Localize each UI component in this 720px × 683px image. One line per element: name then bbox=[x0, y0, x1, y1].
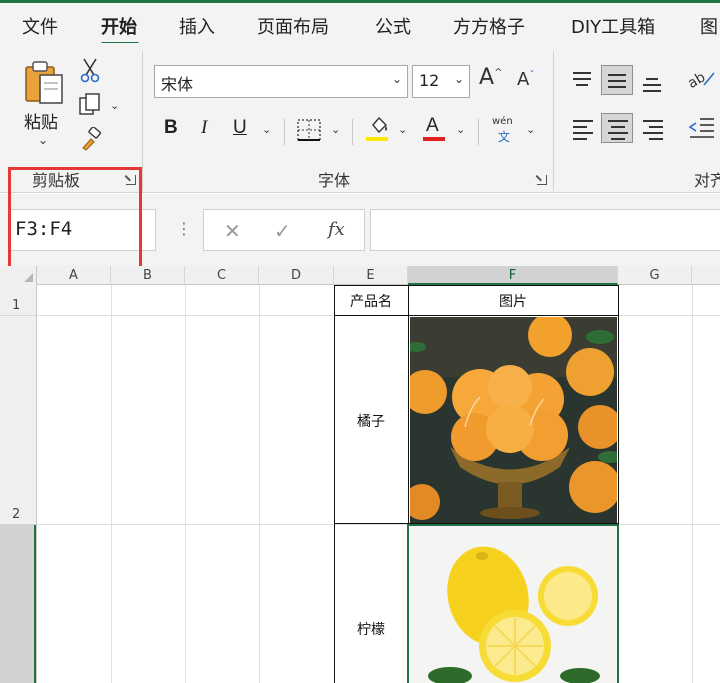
orientation-icon[interactable]: ab bbox=[685, 67, 716, 96]
tab-fangfang-gezi[interactable]: 方方格子 bbox=[453, 13, 525, 39]
gridline bbox=[259, 285, 260, 683]
borders-dropdown-icon[interactable]: ⌄ bbox=[331, 123, 340, 136]
align-left-button[interactable] bbox=[566, 113, 598, 143]
cell-f1-image-header[interactable]: 图片 bbox=[408, 291, 618, 311]
tab-file[interactable]: 文件 bbox=[22, 13, 58, 39]
bold-button[interactable]: B bbox=[164, 117, 178, 139]
cell-e1-product-header[interactable]: 产品名 bbox=[334, 291, 408, 311]
formula-bar-grip-icon[interactable]: ⋮ bbox=[176, 219, 192, 238]
chevron-down-icon[interactable]: ⌄ bbox=[454, 72, 464, 86]
gridline bbox=[111, 285, 112, 683]
paste-dropdown-icon[interactable]: ⌄ bbox=[38, 133, 48, 147]
svg-text:ab: ab bbox=[686, 69, 708, 91]
decrease-indent-icon[interactable] bbox=[686, 115, 716, 144]
underline-button[interactable]: U bbox=[233, 117, 247, 139]
italic-button[interactable]: I bbox=[201, 117, 207, 139]
font-size-select[interactable]: 12 ⌄ bbox=[412, 65, 470, 98]
enter-check-icon[interactable]: ✓ bbox=[274, 219, 291, 243]
cell-e3-product[interactable]: 柠檬 bbox=[334, 619, 408, 639]
column-header-c[interactable]: C bbox=[185, 266, 259, 285]
phonetic-guide-icon[interactable]: 文 bbox=[498, 128, 510, 145]
tab-insert[interactable]: 插入 bbox=[179, 13, 215, 39]
ribbon-tab-bar: 文件 开始 插入 页面布局 公式 方方格子 DIY工具箱 图 bbox=[0, 3, 720, 45]
row-header-2[interactable]: 2 bbox=[0, 316, 36, 525]
align-right-button[interactable] bbox=[636, 113, 668, 143]
insert-function-button[interactable]: fx bbox=[328, 219, 345, 240]
alignment-group-label: 对齐 bbox=[694, 171, 720, 190]
fill-color-dropdown-icon[interactable]: ⌄ bbox=[398, 123, 407, 136]
font-color-dropdown-icon[interactable]: ⌄ bbox=[456, 123, 465, 136]
font-group-label: 字体 bbox=[318, 171, 351, 190]
divider bbox=[478, 119, 479, 145]
cell-e2-product[interactable]: 橘子 bbox=[334, 411, 408, 431]
column-header-b[interactable]: B bbox=[111, 266, 185, 285]
column-header-row: A B C D E F G bbox=[0, 266, 720, 285]
column-header-e[interactable]: E bbox=[334, 266, 408, 285]
divider bbox=[352, 119, 353, 145]
font-name-select[interactable]: 宋体 ⌄ bbox=[154, 65, 408, 98]
paste-icon[interactable] bbox=[24, 59, 66, 105]
font-color-swatch bbox=[423, 137, 445, 141]
formula-buttons: ✕ ✓ fx bbox=[203, 209, 365, 251]
column-header-d[interactable]: D bbox=[259, 266, 334, 285]
orange-image[interactable] bbox=[410, 317, 617, 523]
tab-page-layout[interactable]: 页面布局 bbox=[257, 13, 329, 39]
grow-font-icon: A bbox=[479, 65, 495, 90]
row-header-column: 1 2 bbox=[0, 285, 37, 683]
fill-color-swatch bbox=[366, 137, 388, 141]
align-middle-button[interactable] bbox=[601, 65, 633, 95]
format-painter-icon[interactable] bbox=[80, 126, 104, 156]
align-center-button[interactable] bbox=[601, 113, 633, 143]
tab-formulas[interactable]: 公式 bbox=[375, 13, 411, 39]
row-number: 1 bbox=[12, 298, 21, 313]
group-divider bbox=[553, 51, 554, 191]
column-header-a[interactable]: A bbox=[37, 266, 111, 285]
row-header-3[interactable] bbox=[0, 525, 36, 683]
copy-dropdown-icon[interactable]: ⌄ bbox=[110, 99, 119, 112]
worksheet-grid[interactable]: 产品名 图片 橘子 柠檬 bbox=[37, 285, 720, 683]
selection-range bbox=[407, 524, 619, 683]
font-name-value: 宋体 bbox=[161, 75, 194, 94]
chevron-down-icon[interactable]: ⌄ bbox=[392, 72, 402, 86]
column-header-f[interactable]: F bbox=[408, 266, 618, 285]
tab-diy-toolbox[interactable]: DIY工具箱 bbox=[571, 13, 655, 39]
phonetic-guide-top[interactable]: wén bbox=[492, 116, 513, 127]
row-header-1[interactable]: 1 bbox=[0, 285, 36, 316]
align-top-button[interactable] bbox=[566, 65, 598, 95]
divider bbox=[284, 119, 285, 145]
grow-font-button[interactable]: A^ bbox=[479, 65, 502, 90]
tab-home[interactable]: 开始 bbox=[101, 13, 137, 39]
paste-button-label[interactable]: 粘贴 bbox=[24, 108, 58, 133]
font-color-button[interactable]: A bbox=[426, 115, 439, 137]
select-all-corner[interactable] bbox=[0, 266, 37, 285]
tab-truncated[interactable]: 图 bbox=[700, 13, 718, 39]
formula-input[interactable] bbox=[370, 209, 720, 251]
align-bottom-button[interactable] bbox=[636, 65, 668, 95]
copy-icon[interactable] bbox=[78, 93, 104, 122]
group-divider bbox=[142, 51, 143, 191]
font-size-value: 12 bbox=[419, 71, 440, 90]
cut-icon[interactable] bbox=[80, 57, 100, 88]
table-divider bbox=[334, 315, 619, 316]
underline-dropdown-icon[interactable]: ⌄ bbox=[262, 123, 271, 136]
phonetic-dropdown-icon[interactable]: ⌄ bbox=[526, 123, 535, 136]
gridline bbox=[185, 285, 186, 683]
font-launcher-icon[interactable] bbox=[537, 175, 547, 185]
borders-icon[interactable] bbox=[297, 119, 321, 146]
gridline bbox=[692, 285, 693, 683]
highlight-annotation-box bbox=[8, 167, 142, 271]
cancel-icon[interactable]: ✕ bbox=[224, 219, 241, 243]
shrink-font-icon: A bbox=[517, 69, 530, 90]
shrink-font-button[interactable]: Aˇ bbox=[517, 69, 534, 90]
row-selection-marker bbox=[37, 524, 38, 683]
column-header-g[interactable]: G bbox=[618, 266, 692, 285]
row-number: 2 bbox=[12, 507, 21, 522]
